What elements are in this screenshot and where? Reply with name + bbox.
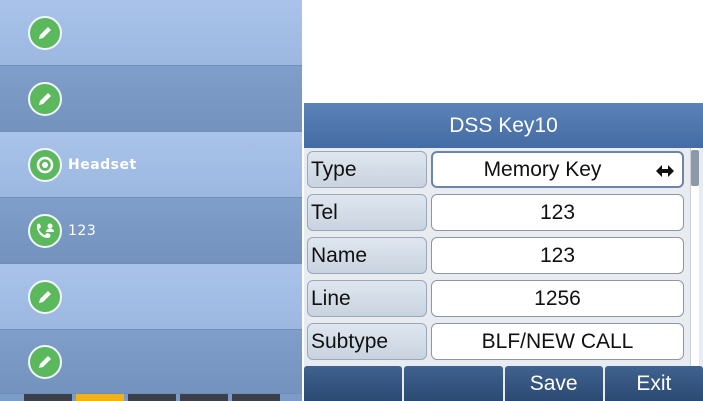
- dss-key-6[interactable]: [0, 330, 302, 394]
- dss-key-3[interactable]: Headset: [0, 132, 302, 198]
- line-input[interactable]: 1256: [431, 280, 684, 317]
- tel-input[interactable]: 123: [431, 194, 684, 231]
- softkey-1[interactable]: [304, 366, 403, 401]
- pencil-icon: [28, 279, 62, 314]
- field-row-subtype[interactable]: Subtype BLF/NEW CALL: [304, 320, 688, 363]
- pencil-icon: [28, 344, 62, 379]
- pencil-icon: [28, 15, 62, 50]
- scrollbar[interactable]: [690, 148, 699, 366]
- headset-icon: [28, 147, 62, 182]
- subtype-select[interactable]: BLF/NEW CALL: [431, 323, 684, 360]
- field-row-type[interactable]: Type Memory Key: [304, 148, 688, 191]
- dss-key-3-label: Headset: [68, 156, 137, 173]
- contact-phone-icon: [28, 213, 62, 248]
- left-right-arrow-icon[interactable]: [656, 163, 674, 179]
- softkey-2[interactable]: [404, 366, 503, 401]
- dss-key-config-panel: DSS Key10 Type Memory Key Tel 123 Name 1…: [304, 103, 703, 401]
- save-button[interactable]: Save: [504, 366, 603, 401]
- panel-title: DSS Key10: [304, 103, 703, 148]
- field-row-tel[interactable]: Tel 123: [304, 191, 688, 234]
- subtype-label: Subtype: [307, 323, 427, 360]
- pencil-icon: [28, 81, 62, 116]
- page-dot-3[interactable]: [128, 394, 176, 401]
- field-row-line[interactable]: Line 1256: [304, 277, 688, 320]
- dss-key-4-label: 123: [68, 222, 97, 239]
- type-label: Type: [307, 151, 427, 188]
- dss-key-strip: Headset 123: [0, 0, 302, 401]
- type-value: Memory Key: [483, 157, 602, 181]
- page-dot-1[interactable]: [24, 394, 72, 401]
- scroll-thumb[interactable]: [691, 150, 699, 186]
- field-row-name[interactable]: Name 123: [304, 234, 688, 277]
- name-input[interactable]: 123: [431, 237, 684, 274]
- page-dot-4[interactable]: [180, 394, 228, 401]
- dss-key-2[interactable]: [0, 66, 302, 132]
- dss-key-5[interactable]: [0, 264, 302, 330]
- softkey-bar: Save Exit: [304, 366, 703, 401]
- type-select[interactable]: Memory Key: [431, 151, 684, 188]
- name-label: Name: [307, 237, 427, 274]
- dss-key-1[interactable]: [0, 0, 302, 66]
- line-label: Line: [307, 280, 427, 317]
- dss-key-4[interactable]: 123: [0, 198, 302, 264]
- page-dot-2[interactable]: [76, 394, 124, 401]
- tel-label: Tel: [307, 194, 427, 231]
- page-dot-5[interactable]: [232, 394, 280, 401]
- exit-button[interactable]: Exit: [604, 366, 703, 401]
- page-indicator: [0, 394, 302, 401]
